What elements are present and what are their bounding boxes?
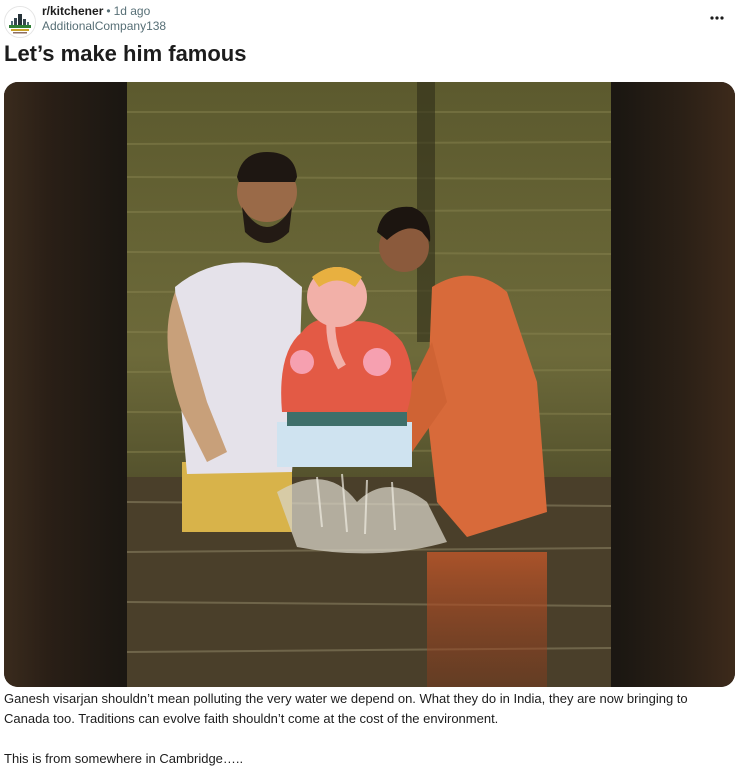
meta-separator: •: [106, 4, 111, 18]
kitchener-skyline-icon: [5, 7, 35, 37]
subreddit-avatar[interactable]: [4, 6, 36, 38]
post-time: 1d ago: [113, 4, 151, 18]
post-body: Ganesh visarjan shouldn’t mean polluting…: [4, 689, 734, 769]
meta-line: r/kitchener • 1d ago: [42, 4, 166, 19]
post-body-paragraph-1: Ganesh visarjan shouldn’t mean polluting…: [4, 691, 688, 726]
post-meta: r/kitchener • 1d ago AdditionalCompany138: [42, 4, 166, 34]
post-body-paragraph-2: This is from somewhere in Cambridge…..: [4, 751, 244, 766]
post-header: r/kitchener • 1d ago AdditionalCompany138: [4, 4, 729, 38]
post-title[interactable]: Let’s make him famous: [4, 41, 246, 67]
post-media[interactable]: [4, 82, 735, 687]
subreddit-link[interactable]: r/kitchener: [42, 4, 103, 18]
author-link[interactable]: AdditionalCompany138: [42, 19, 166, 34]
post-image: [127, 82, 611, 687]
more-options-button[interactable]: [705, 8, 729, 28]
ellipsis-icon: [710, 16, 724, 20]
